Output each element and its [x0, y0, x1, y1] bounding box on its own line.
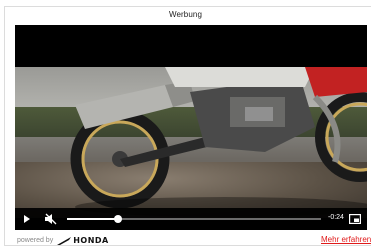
video-player[interactable]: -0:24: [15, 25, 367, 230]
progress-bar[interactable]: [67, 215, 321, 223]
time-remaining: -0:24: [328, 214, 344, 221]
player-controls: -0:24: [15, 208, 367, 230]
video-frame[interactable]: [15, 67, 367, 218]
motorcycle-image: [70, 67, 367, 217]
honda-wing-icon: [57, 236, 72, 245]
learn-more-link[interactable]: Mehr erfahren: [321, 235, 371, 244]
speaker-muted-icon[interactable]: [44, 213, 58, 225]
fullscreen-icon[interactable]: [349, 214, 361, 224]
honda-wordmark: HONDA: [73, 236, 109, 245]
progress-handle[interactable]: [113, 215, 122, 223]
honda-logo: HONDA: [57, 236, 109, 245]
powered-by: powered by HONDA: [17, 236, 109, 245]
powered-by-label: powered by: [17, 237, 54, 244]
ad-label: Werbung: [168, 10, 203, 19]
progress-fill: [67, 218, 118, 220]
play-icon[interactable]: [24, 215, 30, 223]
